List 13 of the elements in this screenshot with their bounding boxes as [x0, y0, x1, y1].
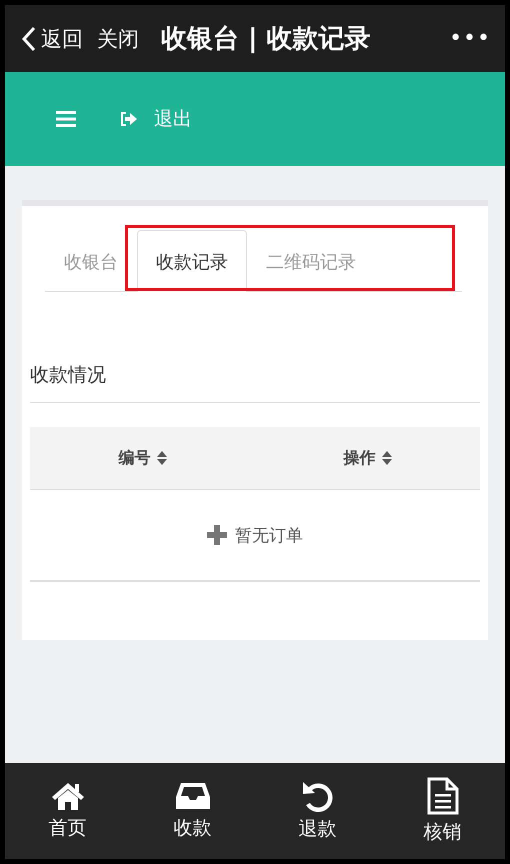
more-button[interactable]: ••• [449, 26, 491, 51]
nav-item[interactable]: 核销 [380, 763, 505, 859]
window-title: 收银台 | 收款记录 [161, 23, 372, 56]
nav-item[interactable]: 收款 [130, 763, 255, 859]
tab[interactable]: 收款记录 [137, 230, 247, 292]
back-button[interactable]: 返回 [21, 24, 83, 52]
column-header[interactable]: 操作 [344, 448, 376, 468]
close-button[interactable]: 关闭 [97, 24, 139, 52]
nav-item[interactable]: 首页 [5, 763, 130, 859]
nav-item[interactable]: 退款 [255, 763, 380, 859]
section-title: 收款情况 [30, 362, 480, 403]
column-header[interactable]: 编号 [118, 448, 150, 468]
empty-message: 暂无订单 [235, 524, 303, 546]
